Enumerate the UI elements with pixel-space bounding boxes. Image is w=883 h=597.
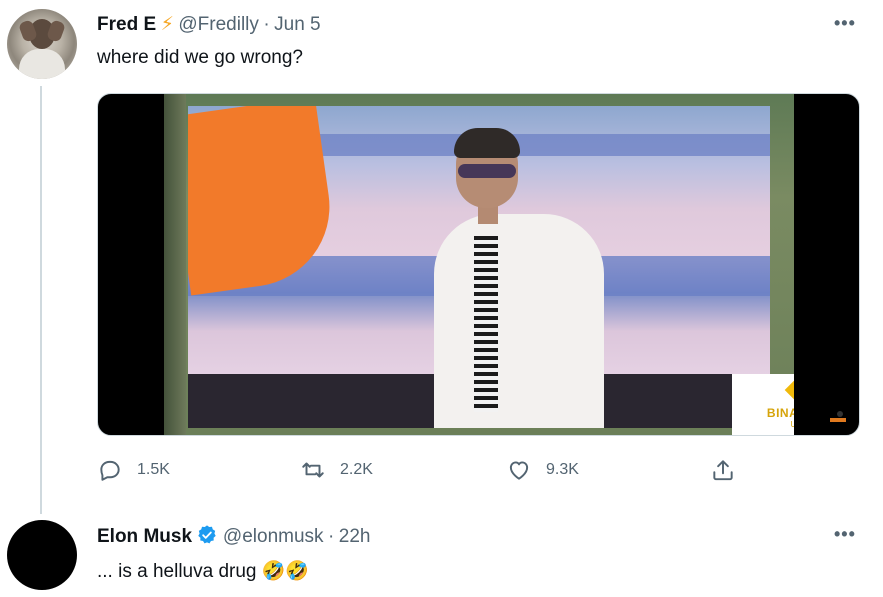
retweet-button[interactable]: 2.2K: [300, 457, 373, 483]
more-icon[interactable]: •••: [834, 524, 856, 545]
author-name[interactable]: Fred E: [97, 14, 156, 35]
rofl-emoji: 🤣🤣: [261, 561, 310, 582]
avatar-fred[interactable]: [7, 9, 77, 79]
stage-screen: [188, 106, 770, 428]
separator: ·: [327, 526, 335, 547]
like-icon: [509, 461, 529, 480]
separator: ·: [263, 14, 270, 35]
timestamp[interactable]: Jun 5: [274, 14, 320, 35]
retweet-icon: [302, 462, 324, 478]
lightning-emoji: ⚡: [160, 14, 174, 35]
retweet-count: 2.2K: [340, 461, 373, 478]
avatar-elon[interactable]: [7, 520, 77, 590]
tweet-media[interactable]: BINANCE US: [97, 93, 860, 436]
tweet-text: ... is a helluva drug 🤣🤣: [97, 559, 309, 583]
like-count: 9.3K: [546, 461, 579, 478]
author-handle[interactable]: @Fredilly: [178, 14, 259, 35]
reply-count: 1.5K: [137, 461, 170, 478]
author-name[interactable]: Elon Musk: [97, 526, 192, 547]
video-frame: BINANCE US: [164, 94, 794, 435]
share-icon: [713, 460, 733, 481]
video-corner-icon: [830, 411, 846, 422]
reply-icon: [100, 460, 120, 481]
binance-logo-icon: [784, 378, 794, 402]
author-handle[interactable]: @elonmusk: [223, 526, 324, 547]
like-button[interactable]: 9.3K: [506, 457, 579, 483]
tweet-text-body: ... is a helluva drug: [97, 561, 257, 582]
tweet1-header: Fred E ⚡ @Fredilly · Jun 5: [97, 13, 321, 36]
share-button[interactable]: [710, 457, 736, 483]
tweet-text: where did we go wrong?: [97, 47, 303, 68]
verified-icon: [198, 525, 217, 544]
thread-line: [40, 86, 42, 514]
binance-watermark: BINANCE US: [732, 374, 794, 435]
reply-button[interactable]: 1.5K: [97, 457, 170, 483]
more-icon[interactable]: •••: [834, 13, 856, 34]
timestamp[interactable]: 22h: [339, 526, 371, 547]
tweet2-header: Elon Musk @elonmusk · 22h: [97, 524, 370, 548]
